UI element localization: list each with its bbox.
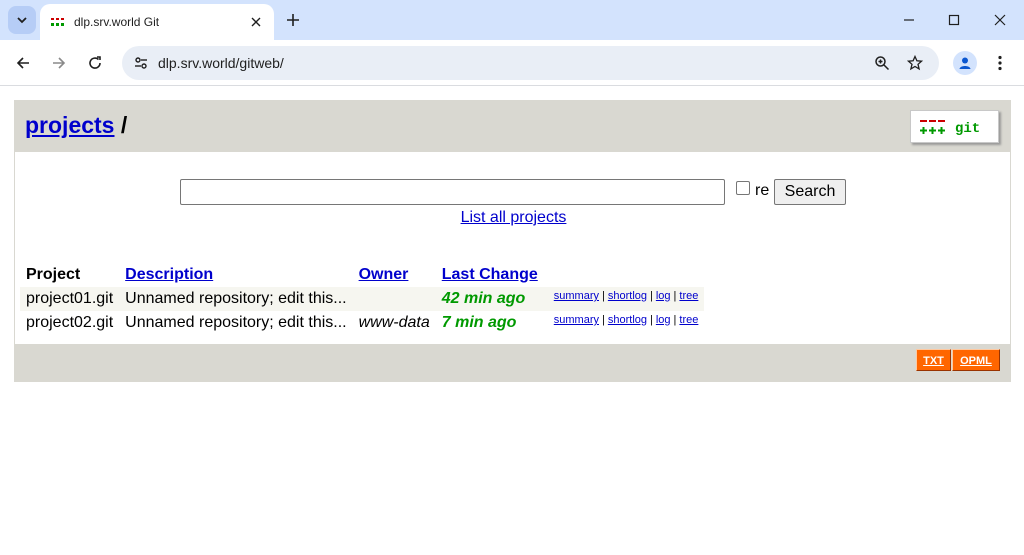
column-header-owner: Owner [353,263,436,287]
arrow-right-icon [53,57,66,69]
breadcrumb: projects / [25,112,127,139]
page-content: re Search List all projects Project Desc… [14,152,1011,344]
project-owner [352,287,436,311]
projects-link[interactable]: projects [25,112,114,138]
tree-link[interactable]: tree [679,314,698,326]
browser-toolbar: dlp.srv.world/gitweb/ [0,40,1024,86]
git-logo[interactable]: git [910,110,999,143]
minimize-icon [904,19,914,21]
tab-strip: dlp.srv.world Git [0,0,1024,40]
column-header-last-change: Last Change [436,263,544,287]
txt-feed-button[interactable]: TXT [916,349,951,371]
tab-title: dlp.srv.world Git [74,15,160,29]
git-favicon-icon [51,18,64,26]
table-header-row: Project Description Owner Last Change [20,263,704,287]
zoom-button[interactable] [870,51,894,75]
forward-button[interactable] [47,51,71,75]
profile-button[interactable] [953,51,977,75]
regex-checkbox[interactable] [736,181,750,195]
back-button[interactable] [11,51,35,75]
star-icon [907,55,923,71]
summary-link[interactable]: summary [554,314,599,326]
reload-icon [89,56,101,69]
close-icon [251,17,261,27]
sort-by-last-change-link[interactable]: Last Change [442,266,538,283]
sort-by-owner-link[interactable]: Owner [359,266,409,283]
reload-button[interactable] [83,51,107,75]
column-header-project: Project [26,266,81,283]
table-row: project01.git Unnamed repository; edit t… [20,287,705,311]
project-search-input[interactable] [180,179,725,205]
plus-icon [287,14,299,26]
list-all-projects: List all projects [15,209,1012,227]
column-header-links [544,263,705,287]
sort-by-description-link[interactable]: Description [125,266,213,283]
page-footer: TXT OPML [14,344,1011,382]
close-icon [994,14,1006,26]
list-all-projects-link[interactable]: List all projects [461,209,567,226]
active-tab[interactable]: dlp.srv.world Git [40,4,274,40]
project-links: summary | shortlog | log | tree [553,314,699,326]
url-text[interactable]: dlp.srv.world/gitweb/ [158,46,284,80]
project-description[interactable]: Unnamed repository; edit this... [119,311,352,335]
page-header: projects / git [14,100,1011,152]
opml-feed-button[interactable]: OPML [952,349,1000,371]
new-tab-button[interactable] [282,9,304,31]
gitweb-page: projects / git re Search List all projec… [14,100,1011,382]
window-close-button[interactable] [988,8,1012,32]
maximize-icon [948,14,960,26]
breadcrumb-separator: / [120,112,128,138]
chevron-down-icon [17,17,27,24]
project-list-table: Project Description Owner Last Change pr… [20,263,705,335]
search-button[interactable]: Search [774,179,846,205]
tune-icon [135,57,147,69]
project-owner: www-data [358,314,430,331]
zoom-in-icon [875,56,890,71]
project-last-change: 7 min ago [441,314,517,331]
browser-menu-button[interactable] [990,51,1010,75]
project-description[interactable]: Unnamed repository; edit this... [119,287,353,311]
tab-search-button[interactable] [8,6,36,34]
project-name[interactable]: project01.git [20,287,120,311]
log-link[interactable]: log [656,290,671,302]
site-info-button[interactable] [128,50,154,76]
person-icon [959,57,971,69]
maximize-button[interactable] [942,8,966,32]
regex-label: re [755,182,770,199]
shortlog-link[interactable]: shortlog [608,314,647,326]
git-logo-icon: git [919,119,980,137]
arrow-left-icon [16,57,29,69]
table-row: project02.git Unnamed repository; edit t… [20,311,704,335]
shortlog-link[interactable]: shortlog [608,290,647,302]
log-link[interactable]: log [656,314,671,326]
more-vert-icon [998,55,1002,71]
tab-close-button[interactable] [248,14,264,30]
summary-link[interactable]: summary [554,290,599,302]
project-name[interactable]: project02.git [20,311,119,335]
minimize-button[interactable] [897,8,921,32]
tree-link[interactable]: tree [679,290,698,302]
project-last-change: 42 min ago [435,287,544,311]
project-links: summary | shortlog | log | tree [543,287,705,311]
column-header-description: Description [119,263,352,287]
bookmark-button[interactable] [903,51,927,75]
git-logo-text: git [955,121,980,137]
address-bar[interactable]: dlp.srv.world/gitweb/ [122,46,939,80]
